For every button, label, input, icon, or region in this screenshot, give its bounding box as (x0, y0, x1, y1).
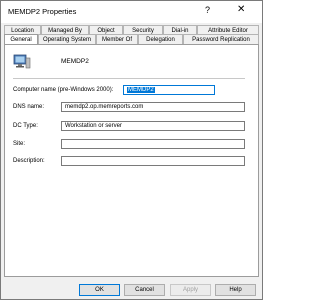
site-field[interactable] (61, 139, 245, 149)
site-label: Site: (13, 141, 26, 147)
dc-type-label: DC Type: (13, 123, 38, 129)
cancel-button[interactable]: Cancel (124, 284, 165, 296)
window-title: MEMDP2 Properties (8, 7, 77, 16)
pre2000-name-value: MEMDP2 (127, 87, 155, 93)
dns-name-label: DNS name: (13, 104, 45, 110)
computer-icon (13, 54, 31, 69)
close-icon[interactable]: ✕ (237, 4, 245, 15)
pre2000-name-label: Computer name (pre-Windows 2000): (13, 87, 114, 93)
separator (13, 78, 245, 79)
title-bar: MEMDP2 Properties ? ✕ (1, 1, 262, 23)
dns-name-field[interactable]: memdp2.op.memreports.com (61, 102, 245, 112)
description-label: Description: (13, 158, 45, 164)
properties-dialog: MEMDP2 Properties ? ✕ Location Managed B… (0, 0, 263, 300)
apply-button[interactable]: Apply (170, 284, 211, 296)
help-icon[interactable]: ? (205, 5, 210, 15)
pre2000-name-field[interactable]: MEMDP2 (123, 85, 215, 95)
ok-button[interactable]: OK (79, 284, 120, 296)
help-button[interactable]: Help (215, 284, 256, 296)
dc-type-field[interactable]: Workstation or server (61, 121, 245, 131)
description-field[interactable] (61, 156, 245, 166)
object-name: MEMDP2 (61, 58, 89, 65)
